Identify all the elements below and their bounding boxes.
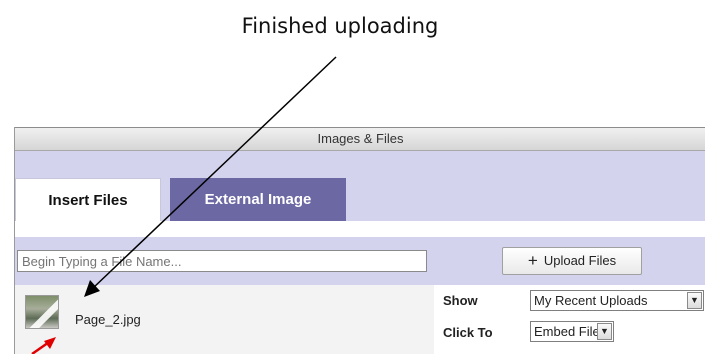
divider bbox=[15, 221, 705, 237]
tab-bar: Insert Files External Image bbox=[15, 151, 705, 221]
chevron-down-icon: ▼ bbox=[687, 292, 702, 309]
upload-files-button[interactable]: + Upload Files bbox=[502, 247, 642, 275]
file-list-item[interactable]: Page_2.jpg bbox=[15, 285, 434, 354]
click-to-select-value: Embed File bbox=[534, 324, 600, 339]
click-to-select[interactable]: Embed File ▼ bbox=[530, 321, 614, 342]
show-select-value: My Recent Uploads bbox=[534, 293, 648, 308]
images-files-panel: Images & Files Insert Files External Ima… bbox=[14, 127, 705, 354]
chevron-down-icon: ▼ bbox=[597, 323, 612, 340]
plus-icon: + bbox=[527, 251, 538, 270]
annotation-caption: Finished uploading bbox=[241, 14, 439, 38]
file-options: Show My Recent Uploads ▼ Click To Embed … bbox=[434, 285, 705, 354]
tab-insert-files[interactable]: Insert Files bbox=[15, 178, 161, 221]
image-thumbnail bbox=[25, 295, 59, 329]
panel-title: Images & Files bbox=[15, 127, 705, 151]
show-select[interactable]: My Recent Uploads ▼ bbox=[530, 290, 704, 311]
search-bar: + Upload Files bbox=[15, 237, 705, 285]
click-to-label: Click To bbox=[443, 325, 493, 340]
tab-external-image[interactable]: External Image bbox=[170, 178, 346, 221]
file-search-input[interactable] bbox=[17, 250, 427, 272]
file-name: Page_2.jpg bbox=[75, 312, 141, 327]
upload-files-label: Upload Files bbox=[543, 253, 617, 268]
show-label: Show bbox=[443, 293, 478, 308]
